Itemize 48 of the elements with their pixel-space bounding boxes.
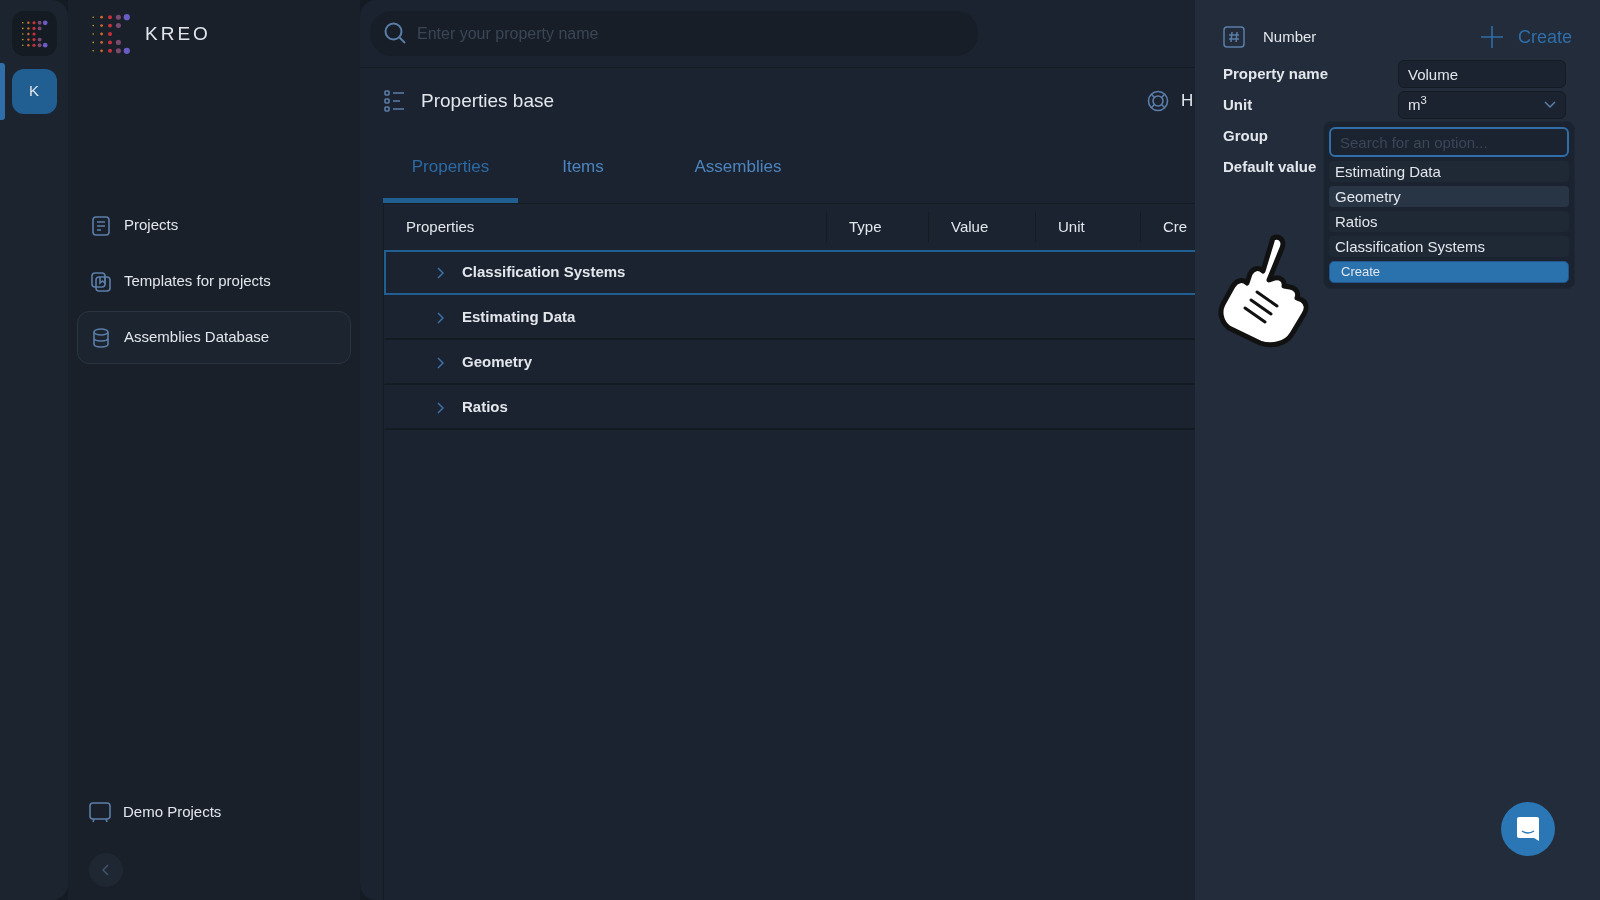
chat-button[interactable] bbox=[1501, 802, 1555, 856]
search-icon bbox=[383, 21, 407, 45]
table-row[interactable]: Classification Systems bbox=[384, 250, 1195, 295]
database-icon bbox=[90, 326, 112, 349]
chevron-right-icon bbox=[436, 356, 444, 369]
field-label: Unit bbox=[1223, 96, 1253, 113]
column-header: Unit bbox=[1057, 216, 1085, 237]
sidebar-item[interactable]: Assemblies Database bbox=[77, 311, 351, 364]
unit-select[interactable]: m$^{3}$ bbox=[1398, 91, 1566, 119]
dots-logo-icon bbox=[20, 19, 48, 48]
templates-icon bbox=[90, 270, 112, 293]
dropdown-option[interactable]: Estimating Data bbox=[1329, 161, 1569, 182]
sidebar-item[interactable]: Demo Projects bbox=[77, 786, 351, 839]
chevron-right-icon bbox=[436, 401, 444, 414]
brand-logo-icon bbox=[89, 13, 131, 55]
help-button[interactable]: H bbox=[1147, 88, 1195, 114]
property-name-field[interactable]: Volume bbox=[1398, 60, 1566, 88]
column-header: Properties bbox=[405, 216, 475, 237]
chevron-left-icon bbox=[102, 864, 110, 876]
account-avatar[interactable]: K bbox=[11, 69, 57, 114]
sidebar-item[interactable]: Templates for projects bbox=[77, 255, 351, 308]
plus-icon bbox=[1480, 26, 1503, 48]
field-label: Property name bbox=[1223, 65, 1329, 82]
field-label: Group bbox=[1223, 127, 1268, 144]
chevron-down-icon bbox=[1544, 101, 1556, 109]
page-title: Properties base bbox=[421, 88, 555, 113]
chevron-right-icon bbox=[436, 266, 444, 279]
app-logo[interactable] bbox=[11, 11, 57, 56]
sidebar-item[interactable]: Projects bbox=[77, 199, 351, 252]
lifebuoy-icon bbox=[1147, 90, 1169, 112]
column-header: Value bbox=[950, 216, 989, 237]
hash-icon bbox=[1223, 26, 1245, 48]
dropdown-option[interactable]: Ratios bbox=[1329, 211, 1569, 232]
document-icon bbox=[90, 214, 112, 237]
column-header: Cre bbox=[1162, 216, 1188, 237]
dropdown-option[interactable]: Geometry bbox=[1329, 186, 1569, 207]
tab[interactable]: Assemblies bbox=[648, 135, 828, 203]
chevron-right-icon bbox=[436, 311, 444, 324]
tab[interactable]: Items bbox=[518, 135, 648, 203]
list-icon bbox=[384, 90, 406, 112]
column-header: Type bbox=[848, 216, 882, 237]
brand-name: KREO bbox=[145, 21, 211, 46]
dropdown-create-button[interactable]: Create bbox=[1329, 261, 1569, 283]
presentation-icon bbox=[89, 801, 111, 824]
field-label: Default value bbox=[1223, 158, 1317, 175]
property-type: Number bbox=[1263, 26, 1317, 47]
dropdown-option[interactable]: Classification Systems bbox=[1329, 236, 1569, 257]
chat-icon bbox=[1516, 816, 1540, 842]
